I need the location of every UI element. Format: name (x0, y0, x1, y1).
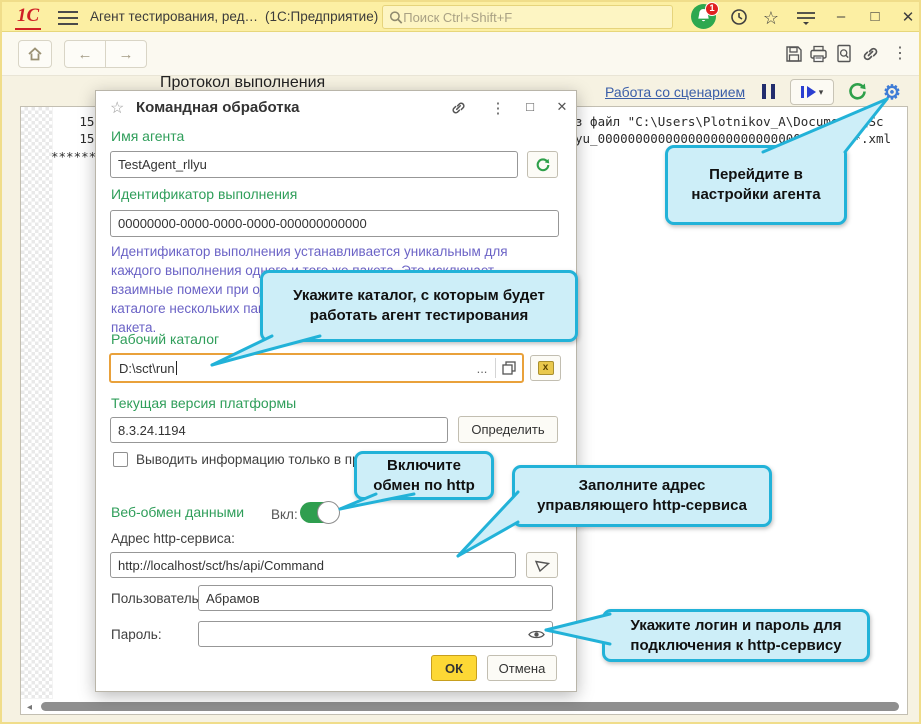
play-dropdown-caret[interactable]: ▾ (819, 87, 824, 98)
agent-name-refresh-button[interactable] (527, 151, 558, 178)
forward-icon: → (118, 45, 134, 63)
link-icon[interactable] (860, 44, 880, 64)
send-icon (534, 560, 550, 572)
http-address-label: Адрес http-сервиса: (111, 531, 235, 546)
password-label: Пароль: (111, 627, 162, 642)
pause-button[interactable] (762, 84, 775, 99)
dialog-link-icon[interactable] (450, 100, 470, 116)
home-button[interactable] (18, 40, 52, 68)
http-address-input[interactable] (110, 552, 516, 578)
favorites-star-icon[interactable]: ☆ (762, 8, 780, 29)
user-label: Пользователь: (111, 591, 203, 606)
history-icon[interactable] (730, 8, 748, 26)
work-dir-open-icon[interactable] (496, 361, 522, 375)
app-window: 1С Агент тестирования, ред… (1С:Предприя… (0, 0, 921, 724)
print-icon[interactable] (808, 44, 828, 64)
run-id-label: Идентификатор выполнения (111, 186, 298, 202)
platform-version-label: Текущая версия платформы (111, 395, 297, 411)
cancel-button[interactable]: Отмена (487, 655, 557, 681)
global-search[interactable] (382, 5, 673, 29)
platform-version-input[interactable] (110, 417, 448, 443)
toggle-state-label: Вкл: (271, 507, 298, 522)
show-password-eye-icon[interactable] (528, 628, 545, 641)
work-dir-label: Рабочий каталог (111, 331, 220, 347)
save-icon[interactable] (784, 44, 804, 64)
notification-count-badge: 1 (705, 2, 719, 16)
agent-name-input[interactable] (110, 151, 518, 178)
favorite-star-icon[interactable]: ☆ (110, 98, 124, 118)
dialog-title: Командная обработка (136, 99, 300, 116)
work-dir-input[interactable]: D:\sct\run ... (109, 353, 524, 383)
search-icon (389, 10, 403, 24)
log-only-checkbox-label: Выводить информацию только в прот (136, 452, 373, 467)
back-button[interactable]: ← (64, 40, 106, 68)
titlebar: 1С Агент тестирования, ред… (1С:Предприя… (2, 2, 919, 32)
log-gutter (21, 107, 53, 699)
agent-settings-gear-icon[interactable]: ⚙ (883, 80, 901, 105)
1c-logo: 1С (15, 5, 42, 30)
back-icon: ← (77, 45, 93, 63)
forward-button[interactable]: → (105, 40, 147, 68)
main-menu-icon[interactable] (58, 11, 78, 29)
dialog-maximize-button[interactable]: □ (520, 99, 540, 114)
log-text: yu_0000000000000000000000000000000000*.x… (575, 131, 892, 146)
callout-workdir: Укажите каталог, с которым будет работат… (260, 270, 578, 342)
minimize-button[interactable]: – (832, 8, 850, 25)
password-input[interactable] (198, 621, 553, 647)
home-icon (28, 47, 42, 61)
hscroll-thumb[interactable] (41, 702, 899, 711)
web-exchange-toggle[interactable] (300, 501, 340, 524)
app-title: Агент тестирования, ред… (90, 9, 258, 24)
close-button[interactable]: ✕ (899, 8, 917, 26)
agent-name-label: Имя агента (111, 128, 185, 144)
app-title-suffix: (1С:Предприятие) (265, 9, 379, 24)
folder-x-icon: x (537, 361, 554, 375)
preview-icon[interactable] (834, 43, 854, 63)
callout-http-address: Заполните адрес управляющего http-сервис… (512, 465, 772, 527)
http-address-test-button[interactable] (526, 552, 558, 578)
more-actions-icon[interactable]: ⋮ (890, 43, 910, 63)
step-play-icon (800, 86, 804, 98)
callout-settings: Перейдите в настройки агента (665, 145, 847, 225)
work-dir-browse-button[interactable]: ... (469, 361, 495, 376)
toolbar: ← → Протокол выполнения ⋮ (2, 32, 919, 91)
text-cursor (175, 360, 177, 375)
log-text: з файл "C:\Users\Plotnikov_A\Documents\S… (575, 114, 884, 129)
callout-http-enable: Включите обмен по http (354, 451, 494, 500)
user-input[interactable] (198, 585, 553, 611)
callout-credentials: Укажите логин и пароль для подключения к… (602, 609, 870, 662)
scenario-link[interactable]: Работа со сценарием (605, 84, 745, 100)
dialog-close-button[interactable]: ✕ (552, 99, 572, 115)
run-id-input[interactable] (110, 210, 559, 237)
refresh-button[interactable] (847, 81, 868, 102)
work-dir-value: D:\sct\run (119, 360, 177, 376)
dialog-more-icon[interactable]: ⋮ (488, 99, 508, 117)
service-menu-icon[interactable] (796, 11, 816, 25)
hscroll-left-arrow[interactable]: ◂ (27, 702, 32, 713)
play-button[interactable]: ▾ (790, 79, 834, 105)
command-processing-dialog: ☆ Командная обработка ⋮ □ ✕ Имя агента И… (95, 90, 577, 692)
ok-button[interactable]: ОК (431, 655, 477, 681)
work-dir-clear-button[interactable]: x (530, 355, 561, 381)
detect-version-button[interactable]: Определить (458, 416, 558, 443)
log-only-checkbox[interactable] (113, 452, 128, 467)
maximize-button[interactable]: □ (866, 8, 884, 25)
search-input[interactable] (403, 9, 666, 25)
web-exchange-label: Веб-обмен данными (111, 504, 245, 520)
